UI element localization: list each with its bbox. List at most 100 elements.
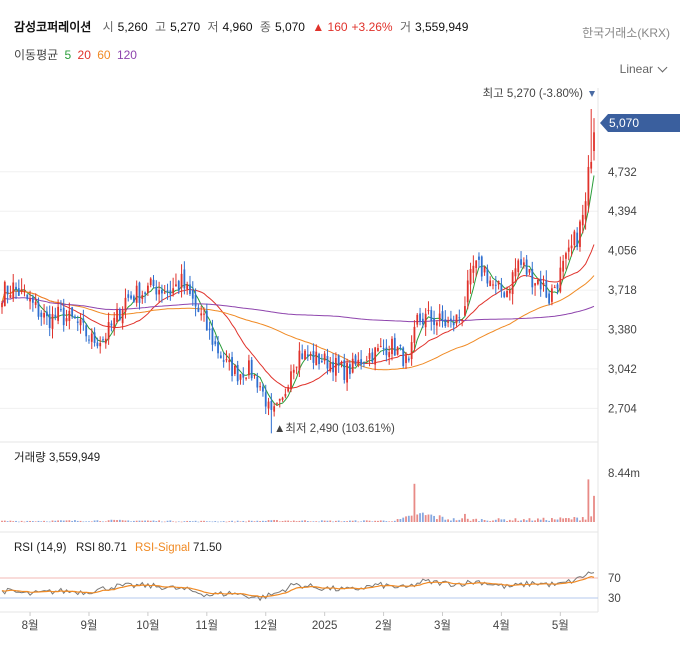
current-price-tag: 5,070 — [600, 114, 680, 132]
time-tick-label: 2025 — [312, 620, 338, 632]
candle-body — [250, 359, 253, 379]
volume-bar — [71, 520, 74, 522]
time-tick-label: 11월 — [196, 619, 219, 632]
candle-body — [480, 256, 483, 277]
candle-body — [146, 285, 149, 293]
candle-body — [68, 310, 71, 321]
volume-bar — [545, 520, 548, 522]
volume-bar — [441, 516, 444, 522]
volume-bar — [90, 521, 93, 523]
stock-chart[interactable]: 4,732 4,394 4,056 3,718 3,380 3,042 2,704 최고 5… — [0, 0, 680, 662]
volume-bar — [450, 520, 452, 522]
price-axis: 4,732 4,394 4,056 3,718 3,380 3,042 2,704 — [597, 88, 637, 612]
volume-bar — [1, 520, 3, 522]
volume-bar — [208, 521, 211, 522]
candle-body — [430, 310, 433, 321]
candle-body — [183, 269, 186, 289]
candle-body — [334, 357, 337, 376]
volume-bar — [281, 521, 284, 522]
volume-bar — [278, 521, 281, 523]
candle-body — [15, 286, 17, 290]
candle-body — [531, 268, 534, 288]
candle-body — [149, 278, 152, 286]
volume-bar — [211, 521, 214, 523]
volume-bar — [520, 520, 522, 522]
volume-bar — [76, 520, 79, 522]
candle-body — [242, 374, 245, 378]
candle-body — [186, 284, 189, 289]
candle-body — [51, 314, 54, 329]
candle-body — [197, 307, 200, 312]
volume-bar — [337, 520, 340, 522]
candle-body — [565, 253, 567, 259]
candle-body — [231, 357, 233, 377]
candle-body — [542, 283, 545, 286]
candle-body — [191, 290, 194, 299]
candle-body — [245, 377, 247, 379]
volume-bars — [1, 479, 595, 523]
volume-bar — [542, 517, 545, 522]
volume-bar — [360, 521, 363, 523]
candle-body — [363, 362, 365, 364]
candle-body — [60, 309, 62, 311]
candle-body — [497, 281, 500, 285]
time-tick-label: 12월 — [254, 619, 277, 632]
candle-body — [402, 347, 405, 366]
volume-bar — [351, 520, 354, 522]
price-tick-label: 3,718 — [608, 285, 637, 297]
candle-body — [360, 359, 363, 365]
volume-bar — [110, 519, 113, 522]
volume-bar — [551, 518, 553, 522]
high-marker: 최고 5,270 (-3.80%) — [483, 87, 595, 100]
volume-bar — [161, 521, 163, 523]
candle-body — [163, 292, 166, 294]
volume-bar — [391, 521, 393, 522]
candle-body — [483, 266, 486, 273]
volume-bar — [492, 520, 494, 522]
candle-body — [295, 366, 298, 368]
candle-body — [343, 360, 346, 380]
volume-bar — [309, 521, 312, 523]
candle-body — [475, 260, 478, 269]
volume-bar — [514, 518, 517, 522]
volume-bar — [236, 520, 239, 522]
candle-body — [228, 360, 231, 363]
high-marker-arrow — [589, 91, 595, 97]
candle-body — [450, 318, 452, 321]
candle-body — [494, 284, 497, 286]
volume-bar — [60, 520, 62, 522]
volume-bar — [590, 516, 593, 522]
volume-bar — [96, 520, 99, 522]
volume-bar — [396, 519, 399, 522]
candle-body — [556, 284, 559, 289]
rsi-line — [1, 571, 595, 602]
volume-bar — [301, 520, 304, 522]
candle-body — [309, 354, 312, 356]
candle-body — [312, 351, 315, 363]
candle-body — [127, 294, 130, 298]
time-tick-label: 10월 — [136, 619, 159, 632]
candle-body — [478, 256, 480, 260]
candle-body — [169, 290, 172, 295]
candle-body — [379, 345, 382, 348]
volume-bar — [158, 520, 161, 522]
candle-body — [548, 293, 551, 304]
candle-body — [545, 280, 548, 298]
candle-body — [29, 298, 31, 302]
candle-body — [444, 319, 447, 327]
volume-bar — [82, 521, 85, 523]
candle-body — [121, 309, 124, 324]
volume-bar — [242, 520, 245, 522]
candle-body — [211, 328, 214, 345]
candle-body — [208, 328, 211, 331]
volume-bar — [93, 520, 96, 522]
volume-bar — [68, 520, 71, 522]
candle-body — [458, 317, 461, 319]
candle-body — [365, 360, 368, 362]
volume-bar — [522, 519, 525, 522]
candle-body — [62, 307, 65, 326]
candle-body — [90, 333, 93, 342]
volume-bar — [290, 521, 292, 522]
candle-body — [259, 386, 262, 388]
candle-body — [576, 232, 579, 247]
